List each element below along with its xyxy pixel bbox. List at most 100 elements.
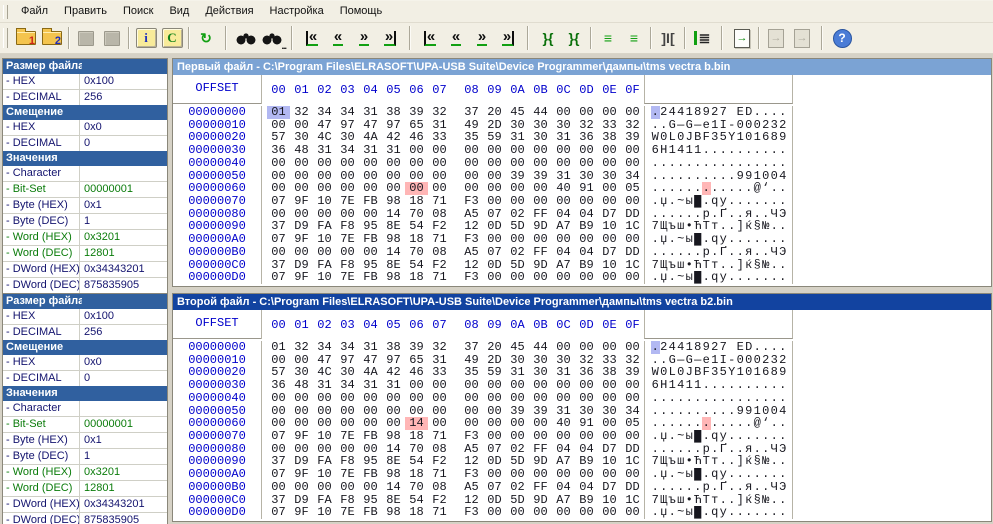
ascii-cell[interactable]: . [753,233,762,246]
ascii-cell[interactable]: . [736,506,745,519]
ascii-cell[interactable]: . [736,208,745,221]
ascii-cell[interactable]: E [736,106,745,119]
ascii-cell[interactable]: ~ [677,506,686,519]
ascii-cell[interactable]: 9 [745,405,754,418]
ascii-cell[interactable]: . [762,144,771,157]
ascii-cell[interactable]: 1 [685,379,694,392]
ascii-cell[interactable]: Э [779,481,788,494]
refresh-button[interactable]: ↻ [194,26,218,50]
ascii-cell[interactable]: . [770,233,779,246]
ascii-cell[interactable]: . [736,157,745,170]
ascii-cell[interactable]: . [762,271,771,284]
byte-cell[interactable]: 00 [483,506,506,519]
ascii-cell[interactable]: . [719,144,728,157]
ascii-cell[interactable]: я [745,481,754,494]
ascii-cell[interactable]: . [660,443,669,456]
byte-cell[interactable]: 00 [267,246,290,259]
ascii-cell[interactable]: — [677,119,686,132]
last-difference-button[interactable]: » [378,26,402,50]
byte-cell[interactable]: 39 [405,341,428,354]
ascii-cell[interactable]: . [685,170,694,183]
ascii-cell[interactable]: • [685,455,694,468]
byte-cell[interactable]: 00 [506,233,529,246]
ascii-cell[interactable]: 0 [762,405,771,418]
ascii-cell[interactable]: . [736,430,745,443]
ascii-cell[interactable]: 4 [779,170,788,183]
select-block-start-button[interactable]: }{ [536,26,560,50]
byte-cell[interactable]: A5 [460,481,483,494]
ascii-cell[interactable]: § [753,220,762,233]
byte-cell[interactable]: 00 [621,392,644,405]
byte-cell[interactable]: 00 [552,341,575,354]
ascii-cell[interactable]: . [753,506,762,519]
ascii-cell[interactable]: . [745,144,754,157]
find-next-button[interactable] [260,26,286,51]
ascii-cell[interactable]: . [728,443,737,456]
byte-cell[interactable]: 37 [460,106,483,119]
ascii-cell[interactable]: Щ [660,259,669,272]
ascii-cell[interactable]: № [762,259,771,272]
ascii-cell[interactable]: Ч [770,246,779,259]
ascii-cell[interactable]: . [770,106,779,119]
ascii-cell[interactable]: 2 [762,354,771,367]
ascii-cell[interactable]: 7 [719,341,728,354]
ascii-cell[interactable]: █ [694,195,703,208]
ascii-cell[interactable]: № [762,220,771,233]
ascii-cell[interactable]: џ [660,468,669,481]
byte-cell[interactable]: 00 [405,157,428,170]
byte-cell[interactable]: 48 [290,144,313,157]
ascii-cell[interactable]: Ћ [694,220,703,233]
byte-cell[interactable]: 00 [460,392,483,405]
ascii-cell[interactable] [728,106,737,119]
ascii-cell[interactable]: 1 [753,405,762,418]
ascii-cell[interactable]: █ [694,233,703,246]
byte-cell[interactable]: 36 [267,144,290,157]
byte-cell[interactable]: 00 [598,195,621,208]
byte-cell[interactable]: 7E [336,271,359,284]
ascii-cell[interactable]: . [770,379,779,392]
byte-cell[interactable]: 00 [405,392,428,405]
byte-cell[interactable]: 00 [529,233,552,246]
ascii-cell[interactable]: . [702,405,711,418]
byte-cell[interactable]: F3 [460,233,483,246]
list-view-button[interactable]: ≣ [690,26,714,50]
byte-cell[interactable]: 04 [575,481,598,494]
ascii-cell[interactable]: . [711,481,720,494]
ascii-cell[interactable]: . [660,354,669,367]
byte-cell[interactable]: 00 [621,195,644,208]
byte-cell[interactable]: DD [621,481,644,494]
byte-cell[interactable]: 00 [598,233,621,246]
ascii-cell[interactable]: . [660,182,669,195]
byte-cell[interactable]: 00 [336,157,359,170]
ascii-cell[interactable]: . [702,144,711,157]
ascii-cell[interactable]: . [702,379,711,392]
ascii-cell[interactable]: . [702,233,711,246]
ascii-cell[interactable]: . [651,208,660,221]
ascii-cell[interactable]: . [702,271,711,284]
byte-cell[interactable]: 32 [290,106,313,119]
ascii-cell[interactable]: у [719,430,728,443]
byte-cell[interactable]: 00 [313,157,336,170]
ascii-cell[interactable]: . [728,506,737,519]
byte-cell[interactable]: FB [359,195,382,208]
ascii-cell[interactable]: . [651,468,660,481]
ascii-cell[interactable]: . [770,220,779,233]
byte-cell[interactable]: 04 [552,481,575,494]
ascii-cell[interactable]: █ [694,430,703,443]
byte-cell[interactable]: 00 [552,468,575,481]
ascii-cell[interactable]: ъ [668,455,677,468]
ascii-cell[interactable]: . [711,157,720,170]
byte-cell[interactable]: 00 [552,106,575,119]
ascii-cell[interactable]: . [770,455,779,468]
ascii-cell[interactable]: . [745,379,754,392]
ascii-cell[interactable]: . [753,468,762,481]
ascii-cell[interactable]: . [779,506,788,519]
ascii-cell[interactable]: . [702,468,711,481]
ascii-cell[interactable]: 4 [677,144,686,157]
report-button[interactable]: → [730,26,754,50]
ascii-cell[interactable]: . [736,443,745,456]
byte-cell[interactable]: 00 [552,271,575,284]
byte-cell[interactable]: 07 [267,468,290,481]
byte-cell[interactable]: 44 [529,341,552,354]
ascii-cell[interactable]: 9 [702,106,711,119]
